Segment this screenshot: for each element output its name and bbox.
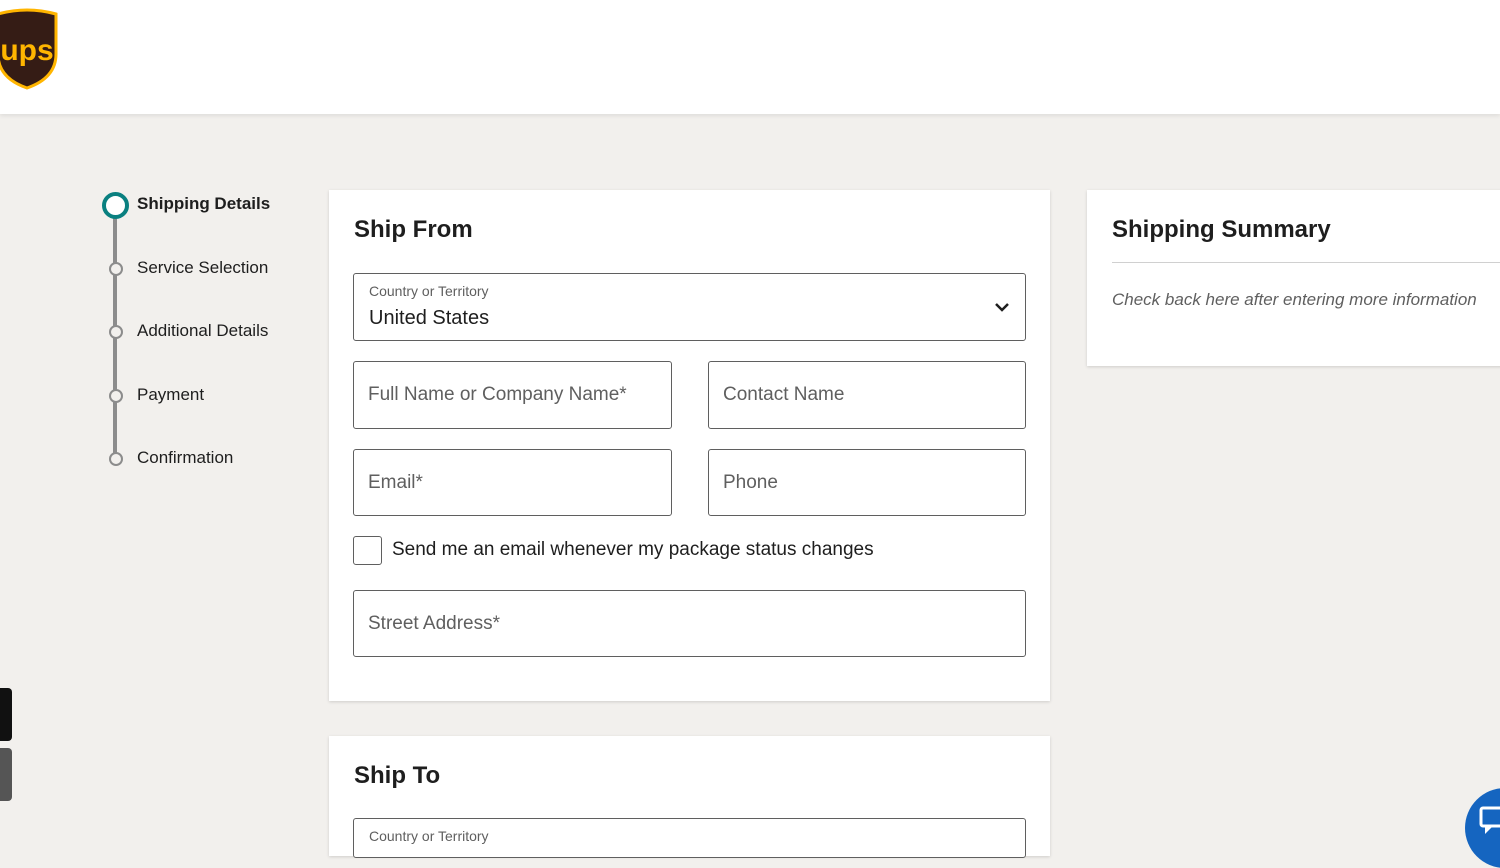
shipping-summary-card: Shipping Summary Check back here after e…: [1087, 190, 1500, 366]
notify-email-checkbox[interactable]: [353, 536, 382, 565]
notify-email-label[interactable]: Send me an email whenever my package sta…: [392, 539, 874, 561]
ship-to-country-select[interactable]: Country or Territory: [353, 818, 1026, 858]
step-shipping-details[interactable]: Shipping Details: [100, 190, 300, 220]
step-indicator: [109, 452, 123, 466]
step-label: Additional Details: [137, 321, 269, 340]
step-confirmation[interactable]: Confirmation: [100, 444, 300, 474]
chat-button[interactable]: [1465, 788, 1500, 868]
country-label: Country or Territory: [369, 283, 489, 299]
step-label: Payment: [137, 385, 205, 404]
ship-to-title: Ship To: [354, 762, 441, 789]
email-field[interactable]: [353, 449, 672, 516]
step-indicator: [109, 325, 123, 339]
logo-text: ups: [0, 34, 53, 67]
step-indicator: [109, 389, 123, 403]
street-address-field[interactable]: [353, 590, 1026, 657]
chat-icon: [1479, 806, 1500, 834]
ups-logo[interactable]: ups: [0, 8, 60, 90]
contact-name-field[interactable]: [708, 361, 1026, 429]
side-help-tab[interactable]: [0, 748, 12, 801]
top-bar: ups: [0, 0, 1500, 114]
step-payment[interactable]: Payment: [100, 381, 300, 411]
step-label: Service Selection: [137, 258, 269, 277]
chevron-down-icon[interactable]: [993, 298, 1011, 316]
summary-divider: [1112, 262, 1500, 263]
step-active-indicator: [102, 192, 129, 219]
progress-stepper: Shipping Details Service Selection Addit…: [100, 188, 300, 478]
contact-name-input[interactable]: [709, 362, 1025, 428]
email-input[interactable]: [354, 450, 671, 515]
full-name-field[interactable]: [353, 361, 672, 429]
country-value: United States: [369, 307, 490, 329]
step-label: Shipping Details: [137, 194, 271, 213]
step-service-selection[interactable]: Service Selection: [100, 254, 300, 284]
street-address-input[interactable]: [354, 591, 1025, 656]
ship-from-title: Ship From: [354, 216, 473, 243]
step-indicator: [109, 262, 123, 276]
phone-field[interactable]: [708, 449, 1026, 516]
summary-hint: Check back here after entering more info…: [1112, 290, 1477, 309]
step-label: Confirmation: [137, 448, 234, 467]
ship-to-country-label: Country or Territory: [369, 828, 489, 844]
phone-input[interactable]: [709, 450, 1025, 515]
summary-title: Shipping Summary: [1112, 216, 1331, 243]
side-feedback-tab[interactable]: [0, 688, 12, 741]
step-additional-details[interactable]: Additional Details: [100, 317, 300, 347]
country-select[interactable]: Country or Territory United States: [353, 273, 1026, 341]
full-name-input[interactable]: [354, 362, 671, 428]
